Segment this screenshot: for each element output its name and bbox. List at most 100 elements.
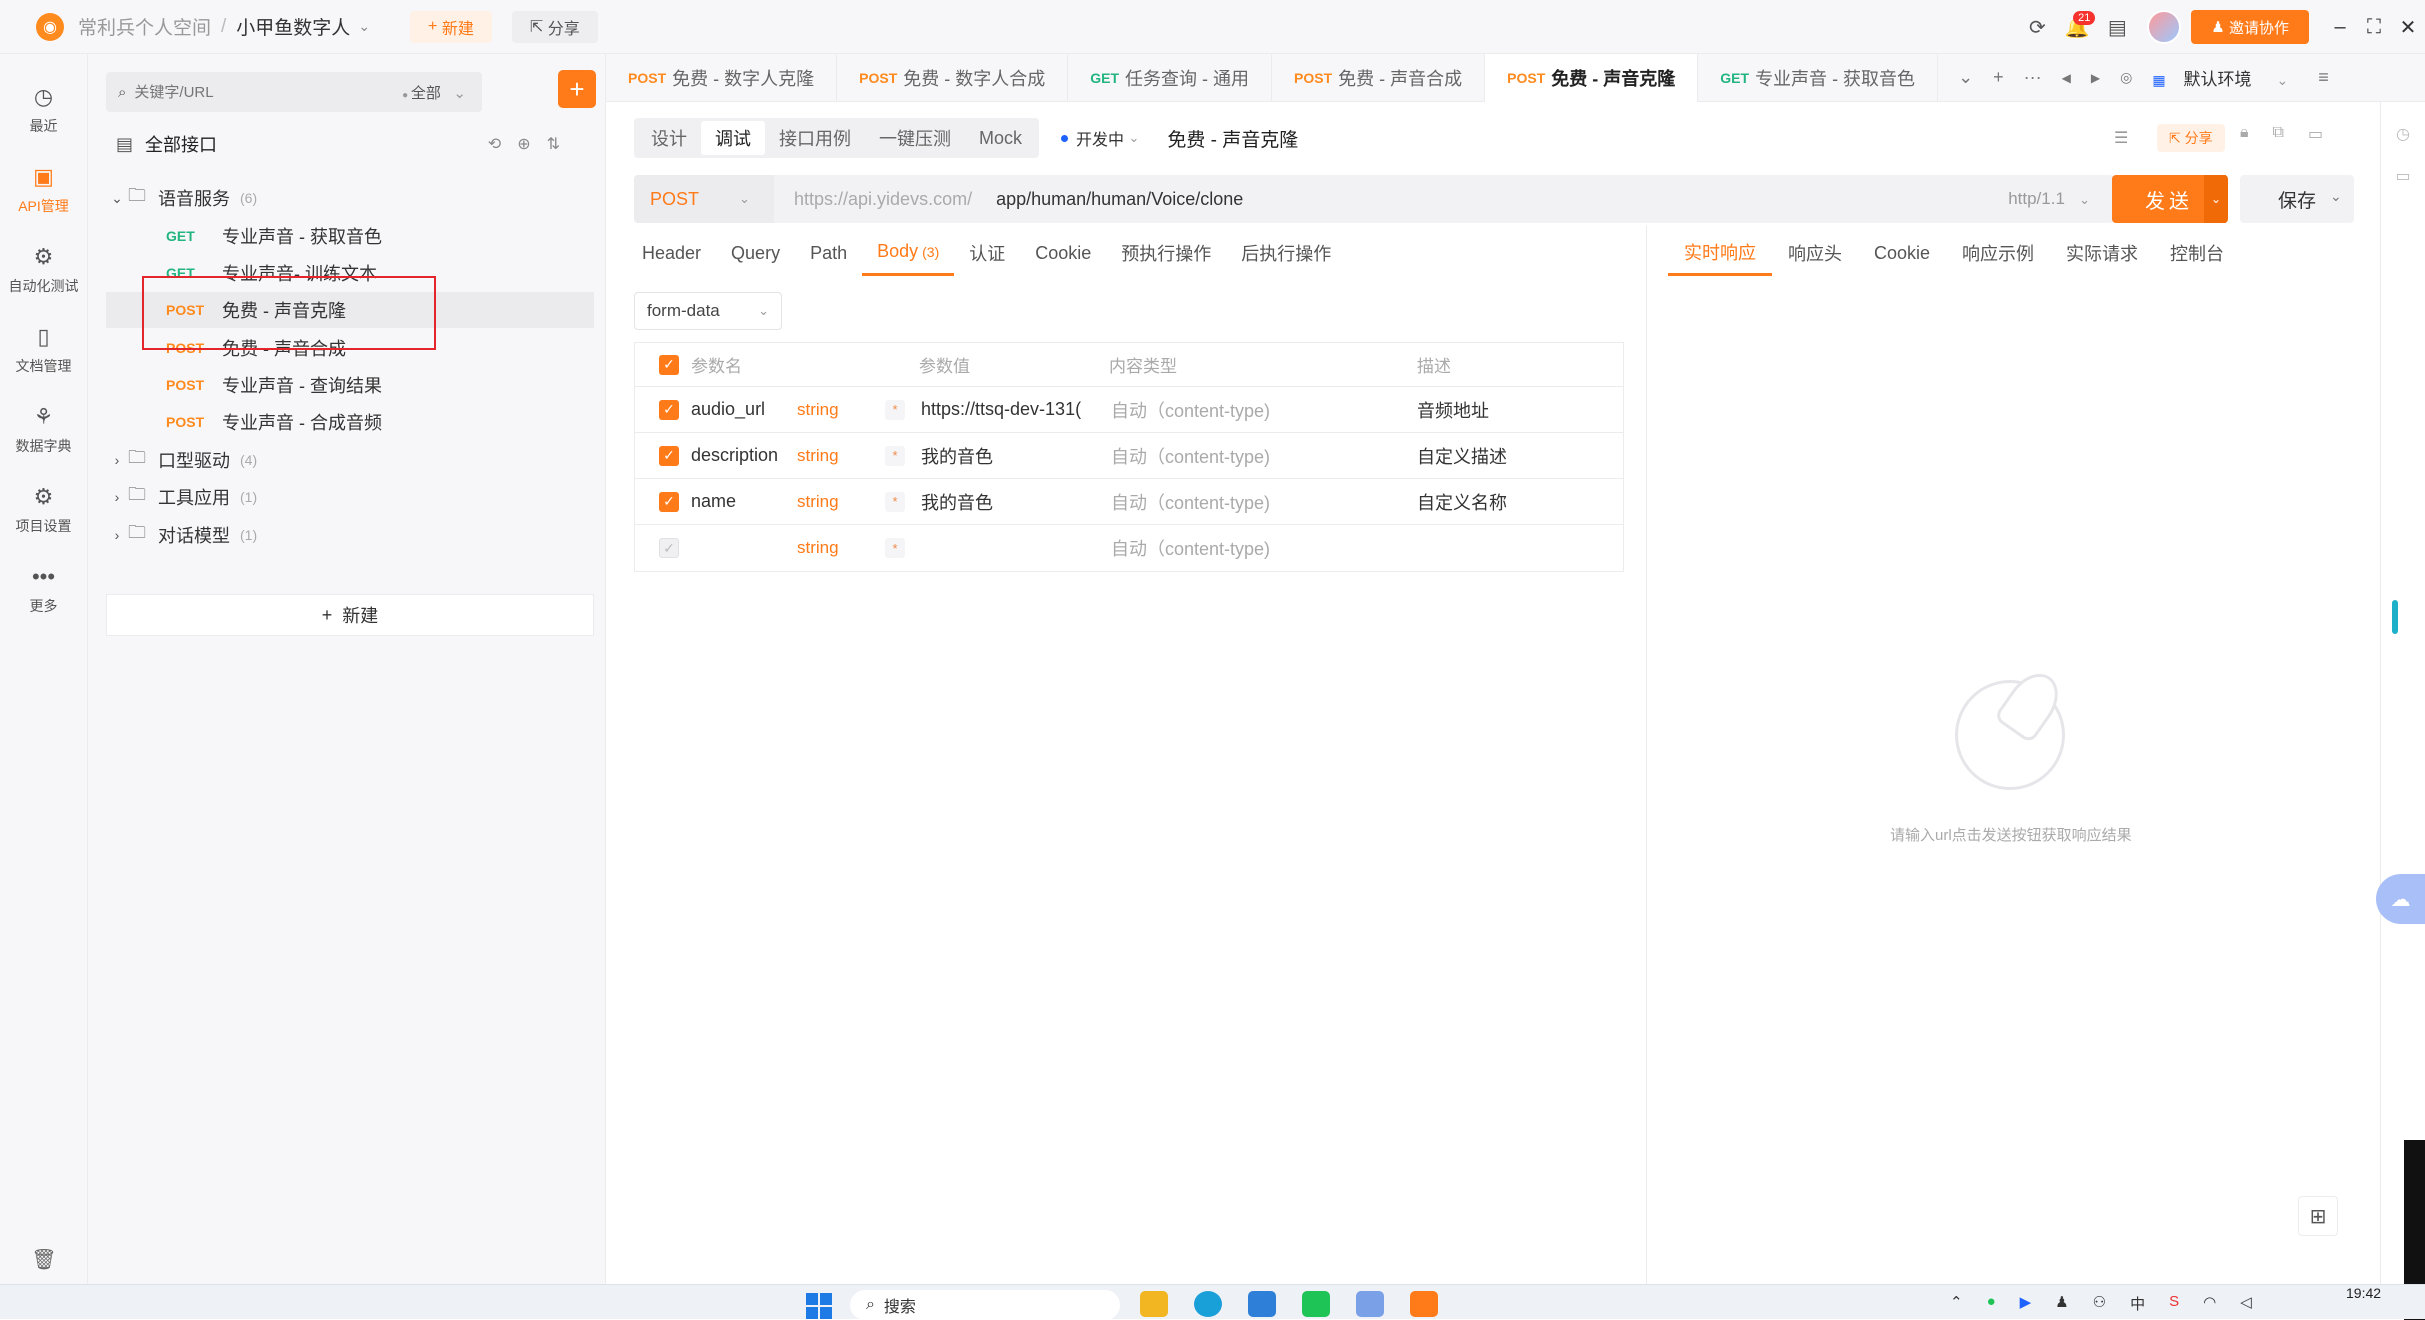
wifi-icon[interactable]: ◠ — [2203, 1293, 2216, 1314]
url-path-input[interactable]: app/human/human/Voice/clone — [996, 189, 1243, 210]
param-content-type[interactable]: 自动（content-type) — [1111, 397, 1270, 423]
wechat-app-icon[interactable] — [1302, 1291, 1330, 1317]
protocol-select[interactable]: http/1.1 ⌄ — [2008, 189, 2090, 209]
tab-pre-script[interactable]: 预执行操作 — [1106, 230, 1226, 276]
param-content-type[interactable]: 自动（content-type) — [1111, 535, 1270, 561]
chevron-right-icon[interactable]: › — [106, 489, 128, 505]
filter-select[interactable]: ● 全部 ⌄ — [402, 82, 466, 103]
bell-icon[interactable]: 🔔 21 — [2057, 7, 2097, 47]
mode-debug[interactable]: 调试 — [701, 121, 765, 155]
param-name[interactable]: audio_url — [691, 399, 765, 420]
tree-item[interactable]: POST 专业声音 - 查询结果 — [106, 367, 594, 403]
request-tab[interactable]: POST 免费 - 声音合成 — [1272, 53, 1486, 102]
mode-design[interactable]: 设计 — [637, 121, 701, 155]
body-type-select[interactable]: form-data ⌄ — [634, 292, 782, 330]
chevron-down-icon[interactable]: ⌄ — [106, 190, 128, 207]
nav-settings[interactable]: ⚙ 项目设置 — [0, 470, 87, 550]
apifox-app-icon[interactable] — [1410, 1291, 1438, 1317]
request-tab[interactable]: GET 专业声音 - 获取音色 — [1698, 53, 1939, 102]
mode-mock[interactable]: Mock — [965, 121, 1036, 155]
environment-select[interactable]: ▦ 默认环境 ⌄ — [2142, 65, 2298, 90]
request-tab[interactable]: POST 免费 - 数字人合成 — [837, 53, 1069, 102]
param-type[interactable]: string — [797, 538, 839, 558]
invite-button[interactable]: ♟ 邀请协作 — [2191, 10, 2309, 44]
request-name[interactable]: 免费 - 声音克隆 — [1167, 125, 1298, 152]
param-value[interactable]: 我的音色 — [921, 443, 1089, 469]
more-icon[interactable]: ··· — [2024, 67, 2042, 88]
param-checkbox[interactable]: ✓ — [659, 445, 679, 466]
chevron-down-icon[interactable]: ⌄ — [1958, 67, 1973, 88]
taskbar-search[interactable]: ⌕ 搜索 — [850, 1290, 1120, 1320]
param-content-type[interactable]: 自动（content-type) — [1111, 443, 1270, 469]
nav-dictionary[interactable]: ⚘ 数据字典 — [0, 390, 87, 470]
param-value[interactable]: https://ttsq-dev-131( — [921, 399, 1089, 420]
param-content-type[interactable]: 自动（content-type) — [1111, 489, 1270, 515]
vscode-app-icon[interactable] — [1248, 1291, 1276, 1317]
close-icon[interactable]: ✕ — [2391, 15, 2425, 40]
chevron-left-icon[interactable]: ◀ — [2062, 71, 2071, 85]
sync-icon[interactable]: ⟳ — [2017, 7, 2057, 47]
method-select[interactable]: POST ⌄ — [634, 175, 774, 223]
tab-cookie[interactable]: Cookie — [1020, 230, 1106, 276]
param-type[interactable]: string — [797, 446, 839, 466]
new-button[interactable]: + 新建 — [410, 10, 492, 43]
nav-api-management[interactable]: ▣ API管理 — [0, 150, 87, 230]
minimize-icon[interactable]: – — [2323, 16, 2357, 39]
request-tab-active[interactable]: POST 免费 - 声音克隆 — [1485, 53, 1699, 102]
app-tray-icon[interactable]: ▶ — [2020, 1293, 2032, 1314]
request-tab[interactable]: GET 任务查询 - 通用 — [1068, 53, 1273, 102]
param-type[interactable]: string — [797, 492, 839, 512]
volume-icon[interactable]: ◁ — [2240, 1293, 2252, 1314]
required-icon[interactable]: * — [885, 491, 905, 512]
tab-auth[interactable]: 认证 — [954, 230, 1020, 276]
input-method-icon[interactable]: 中 — [2130, 1293, 2145, 1314]
required-icon[interactable]: * — [885, 538, 905, 558]
history-icon[interactable]: ◷ — [2381, 124, 2425, 144]
param-name[interactable]: description — [691, 445, 778, 466]
required-icon[interactable]: * — [885, 399, 905, 420]
param-name[interactable]: name — [691, 491, 736, 512]
app2-tray-icon[interactable]: S — [2169, 1293, 2179, 1314]
add-api-button[interactable]: + — [558, 70, 596, 108]
status-select[interactable]: 开发中 ⌄ — [1061, 126, 1139, 150]
phone-app-icon[interactable] — [1356, 1291, 1384, 1317]
taskbar-clock[interactable]: 19:42 — [2346, 1285, 2381, 1301]
param-desc[interactable]: 音频地址 — [1417, 397, 1489, 423]
panel-divider[interactable] — [1646, 226, 1647, 1284]
edge-app-icon[interactable] — [1194, 1291, 1222, 1317]
mode-stress[interactable]: 一键压测 — [865, 121, 965, 155]
tab-response-cookie[interactable]: Cookie — [1858, 230, 1946, 276]
request-tab[interactable]: POST 免费 - 数字人克隆 — [606, 53, 838, 102]
send-dropdown-icon[interactable]: ⌄ — [2204, 175, 2228, 223]
tree-new-button[interactable]: + 新建 — [106, 594, 594, 636]
tree-folder[interactable]: › 🗀 对话模型 (1) — [106, 517, 594, 553]
chevron-right-icon[interactable]: › — [106, 452, 128, 468]
note-icon[interactable]: ▤ — [2097, 7, 2137, 47]
assistant-float-button[interactable]: ☁ — [2376, 874, 2425, 924]
param-checkbox[interactable]: ✓ — [659, 491, 679, 512]
select-all-checkbox[interactable]: ✓ — [659, 354, 679, 375]
tree-folder[interactable]: › 🗀 工具应用 (1) — [106, 479, 594, 515]
tree-item[interactable]: POST 专业声音 - 合成音频 — [106, 404, 594, 440]
param-type[interactable]: string — [797, 400, 839, 420]
scroll-indicator[interactable] — [2392, 600, 2398, 634]
tab-header[interactable]: Header — [634, 230, 716, 276]
tab-post-script[interactable]: 后执行操作 — [1226, 230, 1346, 276]
doc-icon[interactable]: ▭ — [2381, 166, 2425, 186]
tab-response-example[interactable]: 响应示例 — [1946, 230, 2050, 276]
api-share-button[interactable]: ⇱ 分享 — [2157, 124, 2225, 152]
save-dropdown-icon[interactable]: ⌄ — [2330, 188, 2342, 205]
param-desc[interactable]: 自定义名称 — [1417, 489, 1507, 515]
lock-icon[interactable]: 🔒︎ — [2240, 124, 2249, 144]
tree-tools[interactable]: ⟲⊕⇅ — [488, 134, 576, 154]
param-checkbox[interactable]: ✓ — [659, 399, 679, 420]
people-tray-icon[interactable]: ⚇ — [2093, 1293, 2106, 1314]
qq-tray-icon[interactable]: ♟ — [2055, 1293, 2068, 1314]
save-icon[interactable]: ▭ — [2308, 124, 2323, 144]
windows-start-icon[interactable] — [806, 1293, 832, 1319]
tab-actual-request[interactable]: 实际请求 — [2050, 230, 2154, 276]
nav-recent[interactable]: ◷ 最近 — [0, 70, 87, 150]
tree-folder[interactable]: › 🗀 口型驱动 (4) — [106, 442, 594, 478]
tab-response-headers[interactable]: 响应头 — [1772, 230, 1858, 276]
tree-folder[interactable]: ⌄ 🗀 语音服务 (6) — [106, 180, 594, 216]
